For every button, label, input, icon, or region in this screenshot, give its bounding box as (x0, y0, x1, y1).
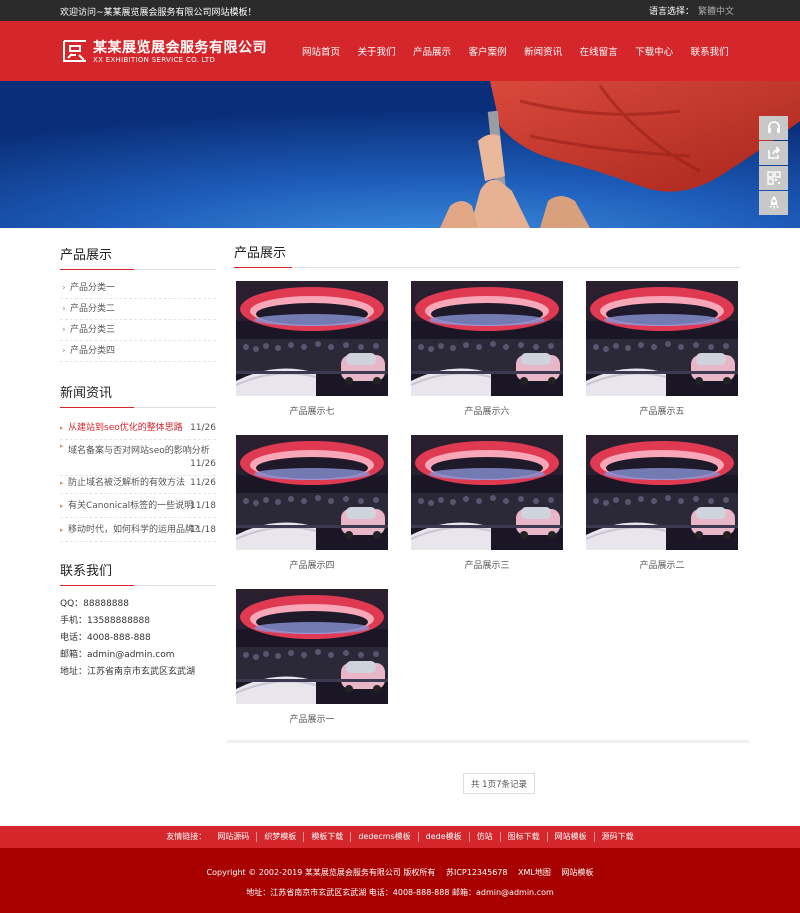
nav-about[interactable]: 关于我们 (358, 44, 396, 58)
friend-link[interactable]: 织梦模板 (256, 832, 303, 842)
product-caption[interactable]: 产品展示三 (411, 558, 563, 571)
footer-copyright-line: Copyright © 2002-2019 某某展览展会服务有限公司 版权所有 … (0, 867, 800, 878)
product-card[interactable]: 产品展示七 (236, 281, 388, 417)
sidebar: 产品展示 产品分类一 产品分类二 产品分类三 产品分类四 新闻资讯 从建站到se… (60, 244, 216, 681)
product-image[interactable] (236, 281, 388, 396)
news-title[interactable]: 防止域名被泛解析的有效方法 (68, 478, 185, 488)
news-item[interactable]: 域名备案与否对网站seo的影响分析 11/26 (60, 440, 216, 476)
product-image[interactable] (586, 435, 738, 550)
category-item[interactable]: 产品分类四 (60, 341, 216, 362)
copyright-text: Copyright © 2002-2019 某某展览展会服务有限公司 版权所有 (206, 868, 436, 877)
news-title[interactable]: 从建站到seo优化的整体思路 (68, 423, 183, 433)
product-image[interactable] (236, 589, 388, 704)
template-link[interactable]: 网站模板 (561, 868, 593, 877)
friend-link[interactable]: 网站源码 (210, 832, 256, 842)
floating-toolbar (759, 116, 788, 216)
language-option-traditional[interactable]: 繁體中文 (698, 7, 734, 17)
nav-downloads[interactable]: 下载中心 (635, 44, 673, 58)
nav-message[interactable]: 在线留言 (580, 44, 618, 58)
welcome-text: 欢迎访问~某某展览展会服务有限公司网站模板！ (60, 8, 257, 18)
contact-info: QQ：88888888 手机：13588888888 电话：4008-888-8… (60, 596, 216, 681)
product-caption[interactable]: 产品展示五 (586, 404, 738, 417)
category-item[interactable]: 产品分类一 (60, 278, 216, 299)
header: 某某展览展会服务有限公司 XX EXHIBITION SERVICE CO. L… (0, 21, 800, 81)
site-title[interactable]: 某某展览展会服务有限公司 (93, 37, 267, 57)
sitemap-link[interactable]: XML地图 (518, 868, 551, 877)
news-title[interactable]: 有关Canonical标签的一些说明 (68, 501, 193, 511)
friend-link[interactable]: 图标下载 (499, 832, 547, 842)
share-icon[interactable] (759, 141, 788, 165)
news-item[interactable]: 移动时代，如何科学的运用品牌？11/18 (60, 518, 216, 542)
product-card[interactable]: 产品展示一 (236, 589, 388, 725)
product-caption[interactable]: 产品展示四 (236, 558, 388, 571)
news-title[interactable]: 域名备案与否对网站seo的影响分析 (68, 446, 210, 456)
news-item[interactable]: 防止域名被泛解析的有效方法 11/26 (60, 476, 216, 494)
main-nav: 网站首页 关于我们 产品展示 客户案例 新闻资讯 在线留言 下载中心 联系我们 (302, 44, 746, 58)
logo-icon[interactable] (62, 38, 88, 64)
friend-link[interactable]: 仿站 (468, 832, 500, 842)
nav-contact[interactable]: 联系我们 (691, 44, 729, 58)
news-date: 11/26 (190, 423, 216, 433)
product-card[interactable]: 产品展示二 (586, 435, 738, 571)
product-image[interactable] (586, 281, 738, 396)
friend-link[interactable]: 模板下载 (303, 832, 350, 842)
friend-link[interactable]: 源码下载 (593, 832, 641, 842)
nav-home[interactable]: 网站首页 (302, 44, 340, 58)
product-caption[interactable]: 产品展示六 (411, 404, 563, 417)
product-caption[interactable]: 产品展示七 (236, 404, 388, 417)
product-caption[interactable]: 产品展示一 (236, 712, 388, 725)
headset-icon[interactable] (759, 116, 788, 140)
hero-banner (0, 81, 800, 228)
sidebar-products-title: 产品展示 (60, 244, 216, 270)
contact-email: 邮箱：admin@admin.com (60, 650, 175, 660)
news-item[interactable]: 从建站到seo优化的整体思路 11/26 (60, 416, 216, 440)
product-caption[interactable]: 产品展示二 (586, 558, 738, 571)
pagination-info: 共 1页7条记录 (463, 773, 535, 794)
news-title[interactable]: 移动时代，如何科学的运用品牌？ (68, 525, 203, 535)
footer-address: 地址：江苏省南京市玄武区玄武湖 电话：4008-888-888 邮箱：admin… (246, 888, 554, 897)
product-card[interactable]: 产品展示三 (411, 435, 563, 571)
top-bar: 欢迎访问~某某展览展会服务有限公司网站模板！ 语言选择： 繁體中文 (0, 0, 800, 21)
category-item[interactable]: 产品分类二 (60, 299, 216, 320)
product-card[interactable]: 产品展示六 (411, 281, 563, 417)
qrcode-icon[interactable] (759, 166, 788, 190)
contact-phone: 电话：4008-888-888 (60, 633, 151, 643)
language-selector: 语言选择： 繁體中文 (649, 4, 734, 17)
friend-links: 友情链接： 网站源码 织梦模板 模板下载 dedecms模板 dede模板 仿站… (0, 826, 800, 848)
product-image[interactable] (411, 281, 563, 396)
sidebar-contact-title: 联系我们 (60, 560, 216, 586)
category-item[interactable]: 产品分类三 (60, 320, 216, 341)
icp-link[interactable]: 苏ICP12345678 (446, 868, 508, 877)
product-card[interactable]: 产品展示四 (236, 435, 388, 571)
news-date: 11/18 (190, 525, 216, 535)
news-list: 从建站到seo优化的整体思路 11/26 域名备案与否对网站seo的影响分析 11/… (60, 416, 216, 542)
content-divider (227, 740, 749, 743)
contact-mobile: 手机：13588888888 (60, 616, 150, 626)
friend-link[interactable]: 网站模板 (546, 832, 594, 842)
sidebar-news-title: 新闻资讯 (60, 382, 216, 408)
category-list: 产品分类一 产品分类二 产品分类三 产品分类四 (60, 278, 216, 362)
product-image[interactable] (411, 435, 563, 550)
friend-link[interactable]: dede模板 (417, 832, 469, 842)
nav-news[interactable]: 新闻资讯 (524, 44, 562, 58)
contact-qq: QQ：88888888 (60, 599, 129, 609)
main-content: 产品展示 (234, 242, 740, 268)
language-label: 语言选择： (648, 7, 694, 17)
site-subtitle: XX EXHIBITION SERVICE CO. LTD (93, 56, 216, 64)
news-date: 11/26 (190, 459, 216, 469)
nav-cases[interactable]: 客户案例 (469, 44, 507, 58)
product-card[interactable]: 产品展示五 (586, 281, 738, 417)
news-date: 11/18 (190, 501, 216, 511)
banner-image (0, 81, 800, 228)
contact-address: 地址：江苏省南京市玄武区玄武湖 (60, 667, 196, 677)
nav-products[interactable]: 产品展示 (413, 44, 451, 58)
news-item[interactable]: 有关Canonical标签的一些说明11/18 (60, 494, 216, 518)
news-date: 11/26 (190, 478, 216, 488)
footer: Copyright © 2002-2019 某某展览展会服务有限公司 版权所有 … (0, 848, 800, 913)
friend-link[interactable]: dedecms模板 (350, 832, 417, 842)
page-title: 产品展示 (234, 242, 740, 268)
friend-links-label: 友情链接： (166, 832, 207, 841)
product-image[interactable] (236, 435, 388, 550)
rocket-icon[interactable] (759, 191, 788, 215)
